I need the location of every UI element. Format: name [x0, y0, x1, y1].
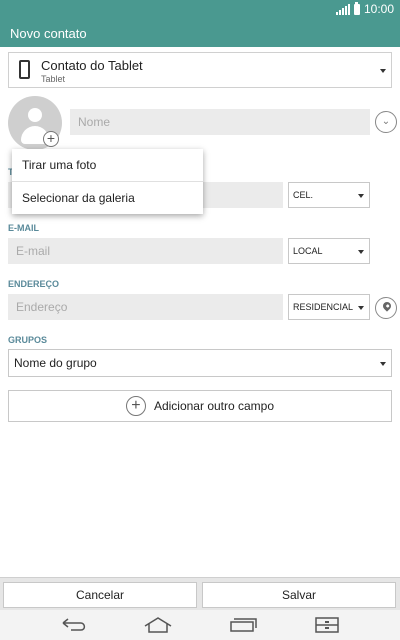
photo-options-menu: Tirar uma foto Selecionar da galeria	[12, 149, 203, 214]
status-indicators: 10:00	[335, 1, 394, 16]
address-type-value: RESIDENCIAL	[293, 302, 354, 312]
back-icon[interactable]	[59, 616, 89, 634]
home-icon[interactable]	[143, 616, 173, 634]
navigation-bar	[0, 610, 400, 640]
address-section-label: ENDEREÇO	[8, 279, 60, 289]
add-field-label: Adicionar outro campo	[153, 399, 275, 413]
expand-icon[interactable]: ⌄	[375, 111, 397, 133]
signal-icon	[335, 3, 350, 15]
chevron-down-icon	[358, 306, 364, 310]
add-field-button[interactable]: + Adicionar outro campo	[8, 390, 392, 422]
status-bar: 10:00	[0, 0, 400, 17]
cancel-button[interactable]: Cancelar	[3, 582, 197, 608]
email-type-value: LOCAL	[293, 246, 323, 256]
menu-item-take-photo[interactable]: Tirar uma foto	[12, 149, 203, 181]
chevron-down-icon	[358, 250, 364, 254]
page-title: Novo contato	[10, 26, 87, 41]
save-button[interactable]: Salvar	[202, 582, 396, 608]
address-field[interactable]: Endereço	[8, 294, 283, 320]
groups-section-label: GRUPOS	[8, 335, 48, 345]
email-field[interactable]: E-mail	[8, 238, 283, 264]
group-select-value: Nome do grupo	[14, 356, 97, 370]
app-bar: Novo contato	[0, 17, 400, 47]
name-field[interactable]: Nome	[70, 109, 370, 135]
account-type: Tablet	[41, 74, 66, 84]
address-type-select[interactable]: RESIDENCIAL	[288, 294, 370, 320]
account-name: Contato do Tablet	[41, 58, 143, 73]
email-section-label: E-MAIL	[8, 223, 39, 233]
action-bar: Cancelar Salvar	[0, 577, 400, 610]
add-icon: +	[125, 396, 146, 416]
chevron-down-icon	[380, 69, 386, 73]
menu-item-select-gallery[interactable]: Selecionar da galeria	[12, 181, 203, 213]
email-type-select[interactable]: LOCAL	[288, 238, 370, 264]
recent-apps-icon[interactable]	[228, 616, 258, 634]
tablet-icon	[19, 60, 30, 79]
battery-icon	[353, 1, 360, 15]
chevron-down-icon	[358, 194, 364, 198]
status-time: 10:00	[363, 2, 394, 16]
phone-type-value: CEL.	[293, 190, 314, 200]
menu-icon[interactable]	[312, 616, 342, 634]
add-photo-icon[interactable]: +	[43, 131, 59, 147]
location-pin-icon[interactable]	[375, 297, 397, 319]
phone-type-select[interactable]: CEL.	[288, 182, 370, 208]
chevron-down-icon	[380, 362, 386, 366]
group-select[interactable]: Nome do grupo	[8, 349, 392, 377]
account-selector[interactable]: Contato do Tablet Tablet	[8, 52, 392, 88]
